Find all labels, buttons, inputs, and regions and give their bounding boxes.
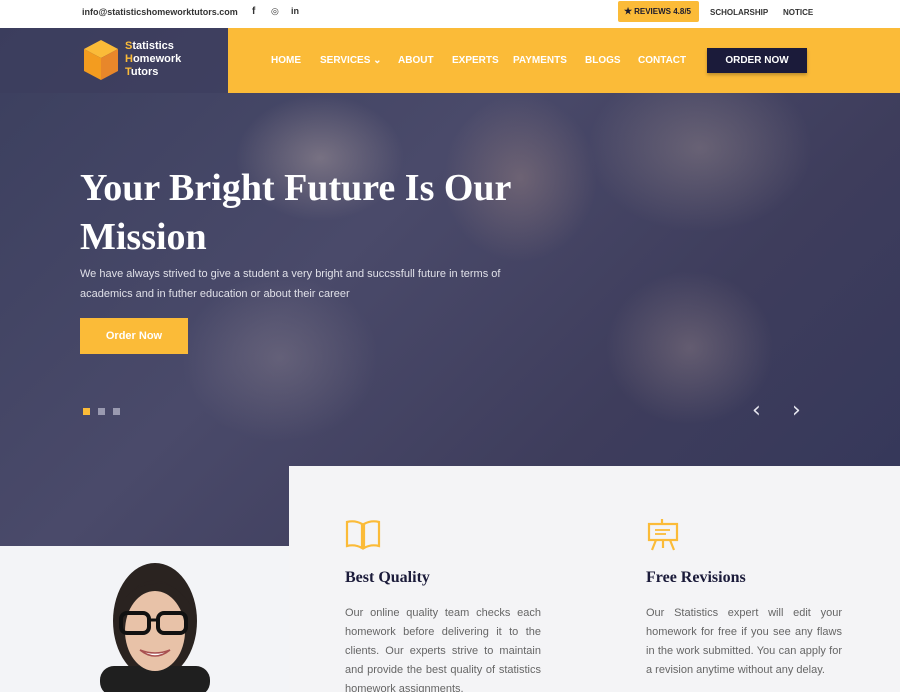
slider-next-arrow-icon[interactable]: › — [792, 398, 801, 423]
hero-subtitle: We have always strived to give a student… — [80, 268, 501, 300]
nav-home[interactable]: HOME — [271, 55, 301, 66]
facebook-icon[interactable]: f — [252, 6, 255, 17]
star-icon: ★ — [624, 6, 633, 16]
nav-contact[interactable]: CONTACT — [638, 55, 686, 66]
hero-order-button[interactable]: Order Now — [80, 318, 188, 354]
reviews-label: REVIEWS 4.8/5 — [634, 7, 691, 16]
top-bar: info@statisticshomeworktutors.com f ◎ in… — [0, 0, 900, 28]
linkedin-icon[interactable]: in — [291, 6, 299, 16]
easel-icon — [647, 519, 679, 551]
logo-text: Statistics Homework Tutors — [125, 40, 182, 78]
notice-link[interactable]: NOTICE — [783, 8, 813, 17]
nav-experts[interactable]: EXPERTS — [452, 55, 499, 66]
nav-blogs[interactable]: BLOGS — [585, 55, 621, 66]
book-icon — [345, 520, 381, 550]
main-nav: HOME SERVICES ⌄ ABOUT EXPERTS PAYMENTS B… — [228, 28, 900, 93]
features-section: Best Quality Our online quality team che… — [289, 466, 900, 692]
feature-title: Best Quality — [345, 569, 430, 586]
order-now-button[interactable]: ORDER NOW — [707, 48, 807, 73]
feature-title: Free Revisions — [646, 569, 746, 586]
nav-about[interactable]: ABOUT — [398, 55, 434, 66]
woman-portrait-image — [0, 546, 289, 692]
hero-title: Your Bright Future Is Our Mission — [80, 167, 511, 258]
reviews-badge[interactable]: ★ REVIEWS 4.8/5 — [618, 1, 699, 22]
slider-dot-3[interactable] — [113, 408, 120, 415]
slider-prev-arrow-icon[interactable]: ‹ — [752, 398, 761, 423]
feature-description: Our Statistics expert will edit your hom… — [646, 607, 842, 676]
slider-dot-1[interactable] — [83, 408, 90, 415]
logo[interactable]: Statistics Homework Tutors — [0, 28, 228, 93]
scholarship-link[interactable]: SCHOLARSHIP — [710, 8, 768, 17]
nav-services[interactable]: SERVICES ⌄ — [320, 55, 382, 66]
nav-payments[interactable]: PAYMENTS — [513, 55, 567, 66]
chevron-down-icon: ⌄ — [373, 55, 382, 66]
cube-logo-icon — [84, 40, 118, 80]
instagram-icon[interactable]: ◎ — [271, 6, 279, 17]
student-photo — [0, 546, 289, 692]
slider-dot-2[interactable] — [98, 408, 105, 415]
feature-description: Our online quality team checks each home… — [345, 607, 541, 692]
contact-email[interactable]: info@statisticshomeworktutors.com — [82, 7, 238, 17]
